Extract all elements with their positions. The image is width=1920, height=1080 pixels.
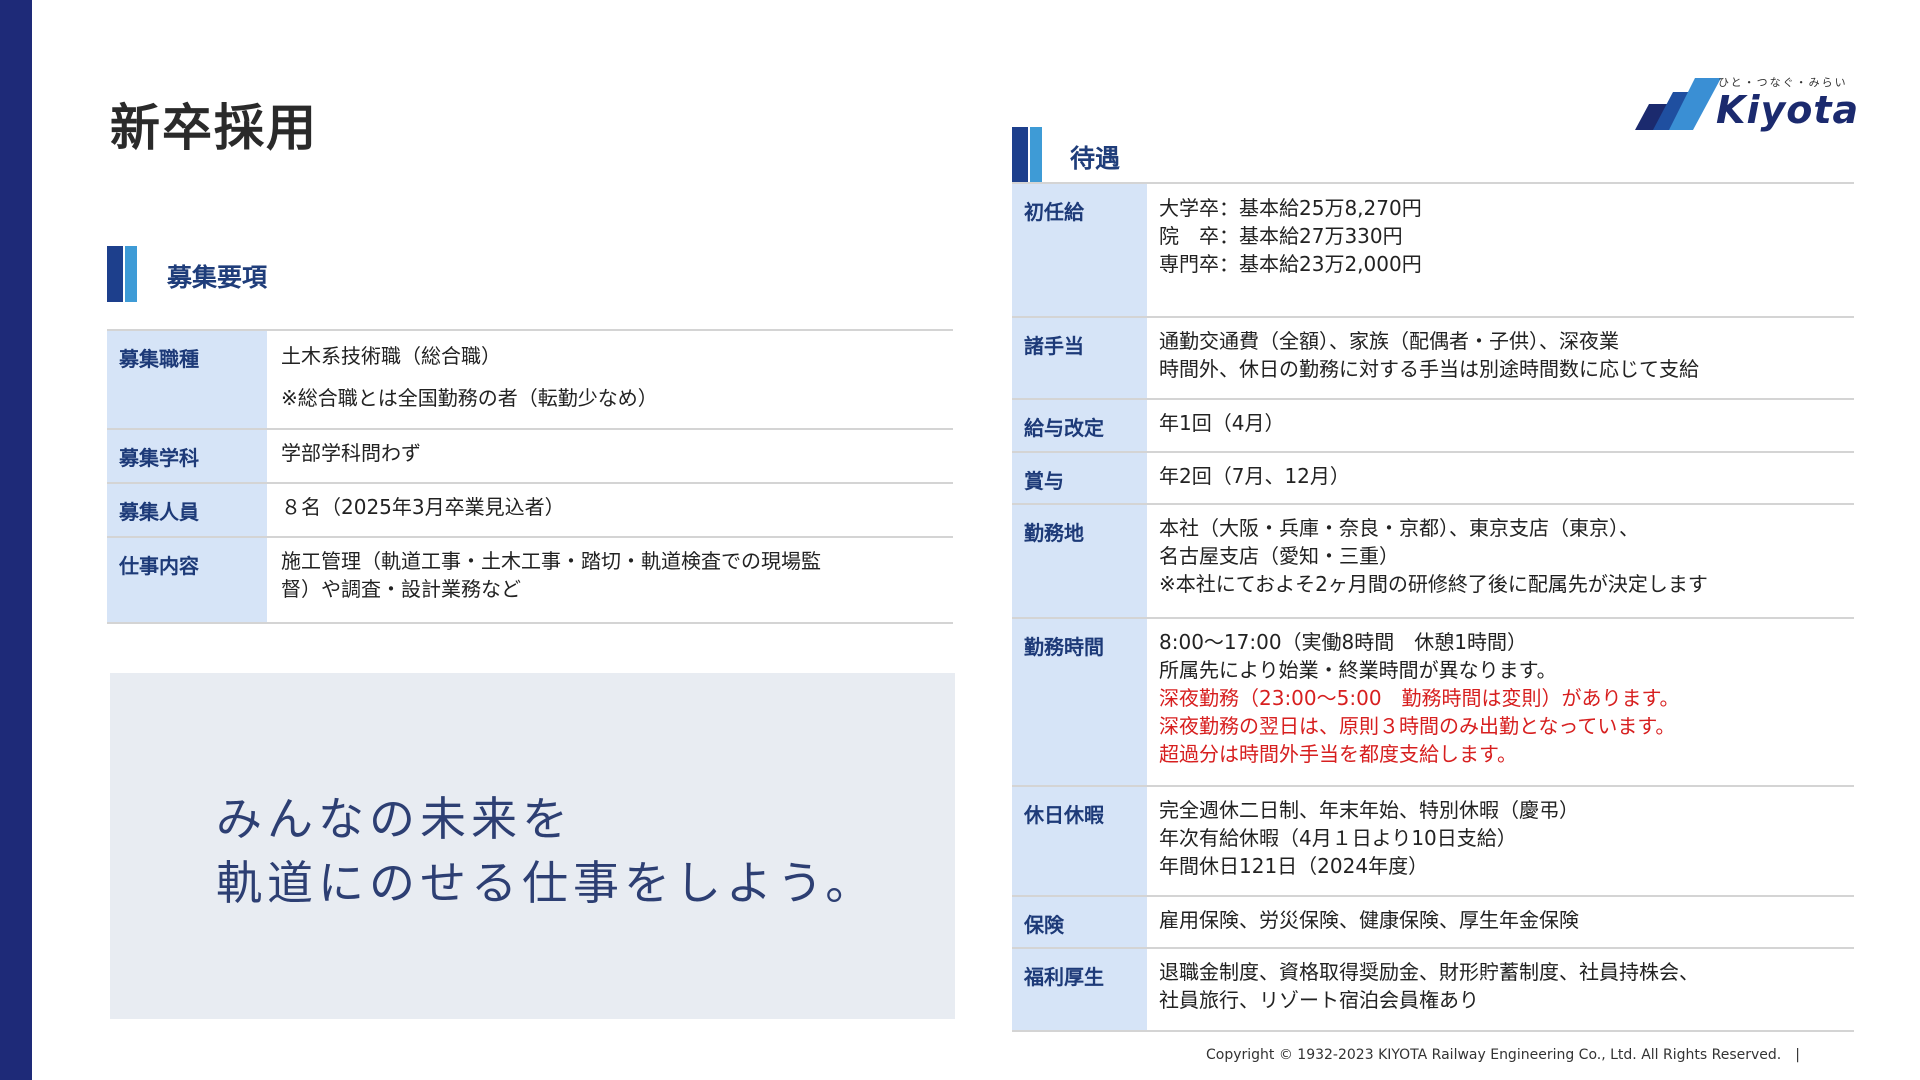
value-line: 名古屋支店（愛知・三重） [1159,544,1399,568]
value-line: 年次有給休暇（4月１日より10日支給） [1159,826,1517,850]
row-label: 初任給 [1012,182,1147,318]
row-value: 完全週休二日制、年末年始、特別休暇（慶弔） 年次有給休暇（4月１日より10日支給… [1147,786,1854,897]
row-label: 仕事内容 [107,537,267,624]
row-label: 募集人員 [107,483,267,538]
row-value: 8:00～17:00（実働8時間 休憩1時間） 所属先により始業・終業時間が異な… [1147,618,1854,787]
table-row: 募集職種 土木系技術職（総合職） ※総合職とは全国勤務の者（転勤少なめ） [107,329,953,430]
footer-copyright: Copyright © 1932-2023 KIYOTA Railway Eng… [1206,1047,1800,1063]
value-line: ※総合職とは全国勤務の者（転勤少なめ） [281,386,658,410]
value-line: 年間休日121日（2024年度） [1159,854,1429,878]
benefits-heading-text: 待遇 [1070,144,1121,173]
table-row: 募集学科 学部学科問わず [107,429,953,484]
table-row: 初任給 大学卒：基本給25万8,270円 院 卒：基本給27万330円 専門卒：… [1012,182,1854,318]
value-line: 完全週休二日制、年末年始、特別休暇（慶弔） [1159,798,1579,822]
row-label: 賞与 [1012,452,1147,505]
row-value: 通勤交通費（全額）、家族（配偶者・子供）、深夜業 時間外、休日の勤務に対する手当… [1147,317,1854,400]
row-label: 勤務地 [1012,504,1147,619]
value-line: 社員旅行、リゾート宿泊会員権あり [1159,988,1479,1012]
value-line: 督）や調査・設計業務など [281,577,521,601]
table-row: 募集人員 ８名（2025年3月卒業見込者） [107,483,953,538]
slogan-line-1: みんなの未来を [216,792,573,846]
table-row: 保険 雇用保険、労災保険、健康保険、厚生年金保険 [1012,896,1854,949]
table-row: 諸手当 通勤交通費（全額）、家族（配偶者・子供）、深夜業 時間外、休日の勤務に対… [1012,317,1854,400]
row-label: 諸手当 [1012,317,1147,400]
row-value: 土木系技術職（総合職） ※総合職とは全国勤務の者（転勤少なめ） [267,329,953,430]
heading-bar-dark [1012,127,1028,183]
row-label: 休日休暇 [1012,786,1147,897]
value-line: 雇用保険、労災保険、健康保険、厚生年金保険 [1159,908,1579,932]
recruitment-heading: 募集要項 [107,246,407,302]
value-line: 院 卒：基本給27万330円 [1159,224,1403,248]
value-line: 大学卒：基本給25万8,270円 [1159,196,1422,220]
value-line: 年2回（7月、12月） [1159,464,1350,488]
value-line: 学部学科問わず [281,441,421,465]
value-line: 土木系技術職（総合職） [281,344,501,368]
table-row: 休日休暇 完全週休二日制、年末年始、特別休暇（慶弔） 年次有給休暇（4月１日より… [1012,786,1854,897]
value-line: 退職金制度、資格取得奨励金、財形貯蓄制度、社員持株会、 [1159,960,1699,984]
table-row: 仕事内容 施工管理（軌道工事・土木工事・踏切・軌道検査での現場監 督）や調査・設… [107,537,953,624]
value-line: 所属先により始業・終業時間が異なります。 [1159,658,1557,682]
row-value: 雇用保険、労災保険、健康保険、厚生年金保険 [1147,896,1854,949]
slogan-line-2: 軌道にのせる仕事をしよう。 [216,856,877,910]
value-line: ８名（2025年3月卒業見込者） [281,495,565,519]
table-row: 福利厚生 退職金制度、資格取得奨励金、財形貯蓄制度、社員持株会、 社員旅行、リゾ… [1012,948,1854,1032]
row-value: 退職金制度、資格取得奨励金、財形貯蓄制度、社員持株会、 社員旅行、リゾート宿泊会… [1147,948,1854,1032]
recruitment-table: 募集職種 土木系技術職（総合職） ※総合職とは全国勤務の者（転勤少なめ） 募集学… [107,329,953,624]
benefits-table: 初任給 大学卒：基本給25万8,270円 院 卒：基本給27万330円 専門卒：… [1012,182,1854,1032]
row-value: 学部学科問わず [267,429,953,484]
warning-line: 深夜勤務（23:00～5:00 勤務時間は変則）があります。 [1159,686,1680,710]
table-row: 勤務時間 8:00～17:00（実働8時間 休憩1時間） 所属先により始業・終業… [1012,618,1854,787]
row-value: 施工管理（軌道工事・土木工事・踏切・軌道検査での現場監 督）や調査・設計業務など [267,537,953,624]
logo-wordmark: Kiyota [1716,88,1860,132]
row-value: 本社（大阪・兵庫・奈良・京都）、東京支店（東京）、 名古屋支店（愛知・三重） ※… [1147,504,1854,619]
value-line: 専門卒：基本給23万2,000円 [1159,252,1422,276]
row-label: 募集職種 [107,329,267,430]
row-value: 年2回（7月、12月） [1147,452,1854,505]
row-value: 大学卒：基本給25万8,270円 院 卒：基本給27万330円 専門卒：基本給2… [1147,182,1854,318]
table-row: 給与改定 年1回（4月） [1012,399,1854,453]
recruitment-heading-text: 募集要項 [167,263,268,292]
left-accent-stripe [0,0,32,1080]
value-line: 通勤交通費（全額）、家族（配偶者・子供）、深夜業 [1159,329,1619,353]
slogan-panel: みんなの未来を 軌道にのせる仕事をしよう。 [110,673,955,1019]
value-line: 施工管理（軌道工事・土木工事・踏切・軌道検査での現場監 [281,549,821,573]
row-value: ８名（2025年3月卒業見込者） [267,483,953,538]
row-label: 給与改定 [1012,399,1147,453]
page-title: 新卒採用 [110,99,318,157]
warning-line: 超過分は時間外手当を都度支給します。 [1159,742,1517,766]
warning-line: 深夜勤務の翌日は、原則３時間のみ出勤となっています。 [1159,714,1676,738]
value-line: 年1回（4月） [1159,411,1285,435]
row-label: 福利厚生 [1012,948,1147,1032]
value-line: ※本社にておよそ2ヶ月間の研修終了後に配属先が決定します [1159,572,1708,596]
table-row: 勤務地 本社（大阪・兵庫・奈良・京都）、東京支店（東京）、 名古屋支店（愛知・三… [1012,504,1854,619]
value-line: 時間外、休日の勤務に対する手当は別途時間数に応じて支給 [1159,357,1699,381]
value-line: 8:00～17:00（実働8時間 休憩1時間） [1159,630,1527,654]
row-value: 年1回（4月） [1147,399,1854,453]
heading-bar-light [1030,127,1042,183]
heading-bar-dark [107,246,123,302]
table-row: 賞与 年2回（7月、12月） [1012,452,1854,505]
benefits-heading: 待遇 [1012,127,1312,183]
row-label: 募集学科 [107,429,267,484]
value-line: 本社（大阪・兵庫・奈良・京都）、東京支店（東京）、 [1159,516,1639,540]
row-label: 保険 [1012,896,1147,949]
row-label: 勤務時間 [1012,618,1147,787]
heading-bar-light [125,246,137,302]
